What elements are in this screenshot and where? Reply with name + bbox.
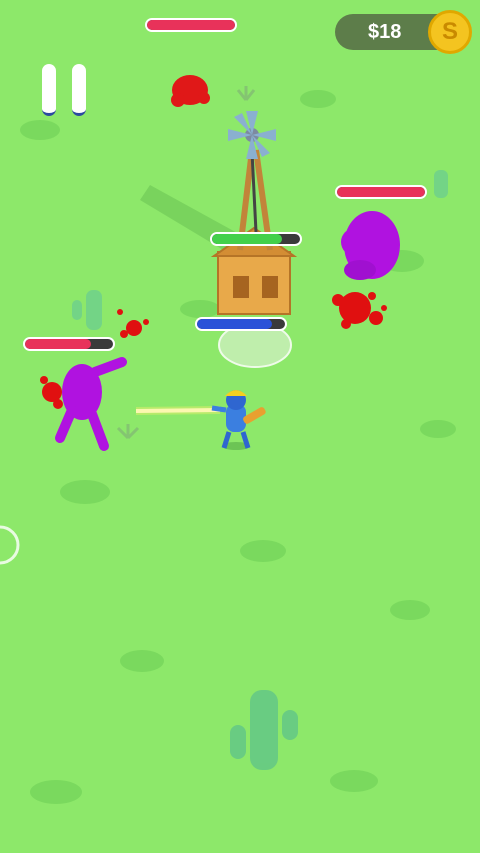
enemy-health-fill xyxy=(337,187,425,197)
coin-icon: S xyxy=(428,10,472,54)
cactus-icon xyxy=(230,690,298,770)
player-bar-fill xyxy=(197,319,272,329)
pause-button[interactable] xyxy=(42,64,90,116)
enemy-blob-right xyxy=(341,211,400,280)
blood-splat-icon xyxy=(332,292,387,329)
tower-health-bar xyxy=(210,232,302,246)
enemy-health-bar-top xyxy=(145,18,237,32)
enemy-health-bar-left xyxy=(23,337,115,351)
tower-health-fill xyxy=(212,234,283,244)
blood-splat-icon xyxy=(40,376,63,409)
player-bar xyxy=(195,317,287,331)
player-character xyxy=(211,390,266,450)
enemy-runner-left xyxy=(55,357,127,451)
enemy-blob-top xyxy=(171,75,210,107)
windmill-blades-icon xyxy=(228,111,276,159)
game-scene xyxy=(0,75,448,770)
money-label: $18 xyxy=(368,21,402,43)
enemy-health-bar-right xyxy=(335,185,427,199)
blood-splat-icon xyxy=(117,309,149,338)
enemy-health-fill xyxy=(25,339,91,349)
cactus-icon xyxy=(434,170,448,198)
edge-ring xyxy=(0,525,20,565)
enemy-health-fill xyxy=(147,20,235,30)
cactus-icon xyxy=(72,290,102,330)
coin-glyph: S xyxy=(441,18,458,45)
